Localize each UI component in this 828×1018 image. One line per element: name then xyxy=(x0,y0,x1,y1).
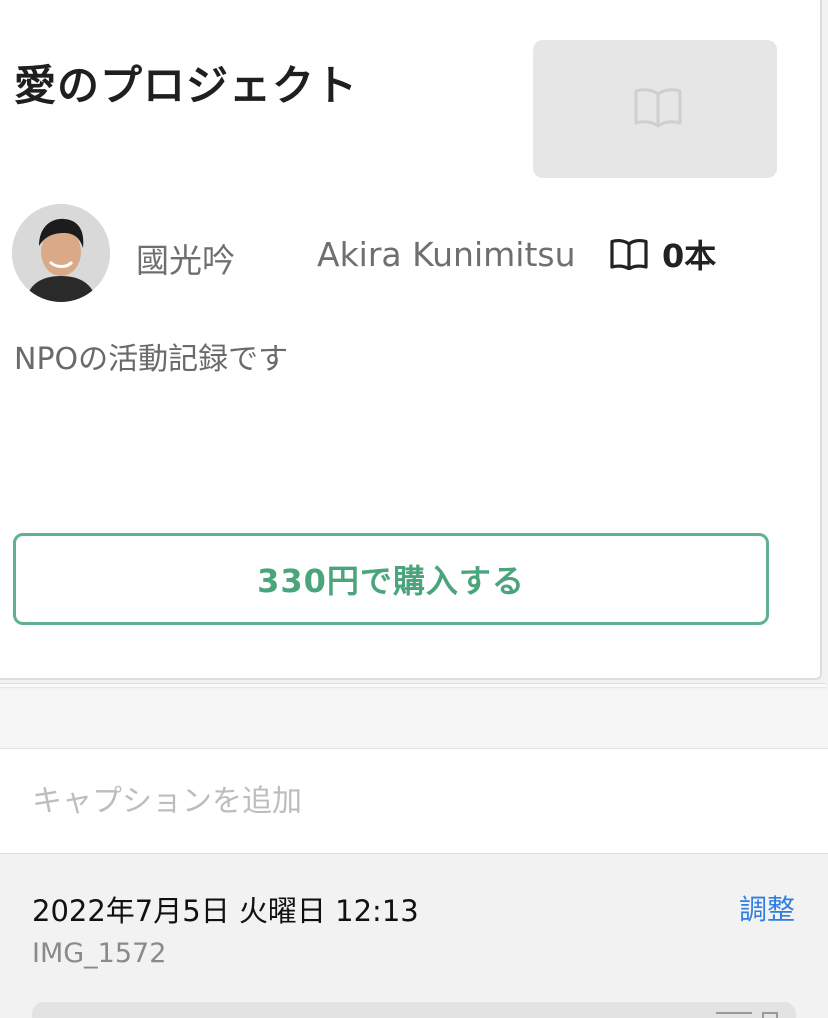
adjust-button[interactable]: 調整 xyxy=(739,888,795,928)
book-count-value: 0本 xyxy=(662,237,717,275)
book-open-icon xyxy=(634,88,682,128)
avatar[interactable] xyxy=(12,204,110,302)
author-row: 國光吟 Akira Kunimitsu 0本 xyxy=(12,204,772,302)
section-gap xyxy=(0,690,828,749)
product-card: 愛のプロジェクト 國光吟 Akira Kunimitsu 0本 NPOの活動記録… xyxy=(0,0,822,680)
camera-info-strip xyxy=(32,1002,796,1018)
raw-format-icon xyxy=(762,1012,778,1018)
camera-info-icon xyxy=(716,1012,752,1018)
screen: 愛のプロジェクト 國光吟 Akira Kunimitsu 0本 NPOの活動記録… xyxy=(0,0,828,1018)
product-description: NPOの活動記録です xyxy=(14,342,289,377)
cover-placeholder[interactable] xyxy=(533,40,777,178)
photo-datetime: 2022年7月5日 火曜日 12:13 xyxy=(32,894,419,928)
product-title: 愛のプロジェクト xyxy=(14,61,359,110)
card-divider xyxy=(0,683,826,688)
photo-info-panel: 2022年7月5日 火曜日 12:13 調整 IMG_1572 xyxy=(0,854,828,1018)
caption-section xyxy=(0,749,828,854)
author-name-japanese[interactable]: 國光吟 xyxy=(136,234,235,282)
author-name-english[interactable]: Akira Kunimitsu xyxy=(317,235,576,274)
photo-filename: IMG_1572 xyxy=(32,938,167,969)
book-open-icon xyxy=(610,238,648,270)
caption-input[interactable] xyxy=(32,779,792,823)
avatar-image xyxy=(12,204,110,302)
book-count: 0本 xyxy=(610,232,716,276)
purchase-button[interactable]: 330円で購入する xyxy=(13,533,769,625)
